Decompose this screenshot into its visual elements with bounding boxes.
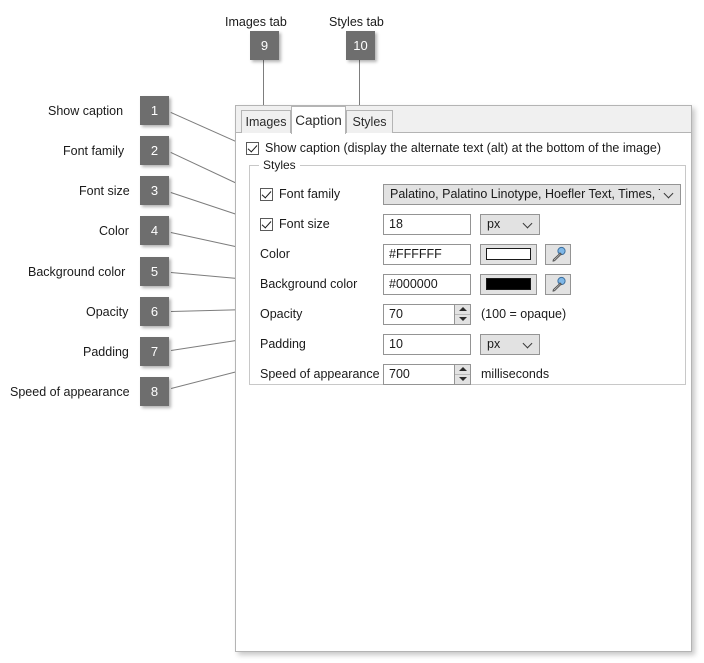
callout-badge-9: 9 xyxy=(250,31,279,60)
speed-spin-down[interactable] xyxy=(455,373,470,384)
callout-badge-7: 7 xyxy=(140,337,169,366)
color-eyedropper-button[interactable] xyxy=(545,243,571,265)
font-size-unit-select[interactable]: px xyxy=(480,213,540,235)
callout-badge-5: 5 xyxy=(140,257,169,286)
show-caption-label: Show caption (display the alternate text… xyxy=(265,141,662,155)
tab-images[interactable]: Images xyxy=(241,110,291,133)
styles-groupbox-title: Styles xyxy=(259,158,300,172)
settings-window: Images Caption Styles Show caption (disp… xyxy=(235,105,692,652)
font-family-label: Font family xyxy=(279,187,341,201)
color-swatch xyxy=(486,248,531,260)
callout-label-7: Padding xyxy=(83,345,129,359)
color-value: #FFFFFF xyxy=(389,247,442,261)
callout-leader-1 xyxy=(170,112,245,146)
opacity-spin-buttons[interactable] xyxy=(454,304,470,324)
font-size-checkbox[interactable] xyxy=(260,217,273,231)
opacity-stepper[interactable]: 70 xyxy=(383,303,471,325)
padding-unit-value: px xyxy=(487,337,501,351)
row-font-family: Font family Palatino, Palatino Linotype,… xyxy=(260,182,681,206)
speed-spin-up[interactable] xyxy=(455,365,470,374)
background-color-label: Background color xyxy=(260,277,358,291)
font-family-value: Palatino, Palatino Linotype, Hoefler Tex… xyxy=(390,187,660,201)
callout-badge-8: 8 xyxy=(140,377,169,406)
tab-styles[interactable]: Styles xyxy=(346,110,393,133)
padding-value: 10 xyxy=(389,337,403,351)
color-label: Color xyxy=(260,247,290,261)
chevron-down-icon xyxy=(664,188,676,200)
triangle-up-icon xyxy=(458,307,467,311)
callout-label-8: Speed of appearance xyxy=(10,385,130,399)
row-opacity: Opacity 70 (100 = opaque) xyxy=(260,302,679,326)
background-color-value: #000000 xyxy=(389,277,438,291)
background-color-swatch xyxy=(486,278,531,290)
tab-caption-label: Caption xyxy=(295,113,342,128)
eyedropper-icon xyxy=(552,276,566,292)
triangle-up-icon xyxy=(458,367,467,371)
row-speed-of-appearance: Speed of appearance 700 milliseconds xyxy=(260,362,679,386)
speed-of-appearance-value: 700 xyxy=(389,367,410,381)
tab-images-label: Images xyxy=(245,115,287,129)
font-family-select[interactable]: Palatino, Palatino Linotype, Hoefler Tex… xyxy=(383,183,681,205)
opacity-spin-up[interactable] xyxy=(455,305,470,314)
font-size-label: Font size xyxy=(279,217,330,231)
opacity-spin-down[interactable] xyxy=(455,313,470,324)
callout-label-6: Opacity xyxy=(86,305,129,319)
padding-input[interactable]: 10 xyxy=(383,333,471,355)
row-color: Color #FFFFFF xyxy=(260,242,679,266)
callout-label-1: Show caption xyxy=(48,104,124,118)
callout-badge-6: 6 xyxy=(140,297,169,326)
font-size-label-col: Font size xyxy=(260,217,383,231)
opacity-hint: (100 = opaque) xyxy=(481,307,567,321)
color-input[interactable]: #FFFFFF xyxy=(383,243,471,265)
callout-badge-10: 10 xyxy=(346,31,375,60)
row-font-size: Font size 18 px xyxy=(260,212,679,236)
tab-styles-label: Styles xyxy=(352,115,387,129)
speed-of-appearance-stepper[interactable]: 700 xyxy=(383,363,471,385)
font-size-value: 18 xyxy=(389,217,403,231)
speed-of-appearance-unit: milliseconds xyxy=(481,367,550,381)
background-color-swatch-button[interactable] xyxy=(480,273,537,295)
callout-badge-2: 2 xyxy=(140,136,169,165)
font-size-input[interactable]: 18 xyxy=(383,213,471,235)
tab-caption[interactable]: Caption xyxy=(291,106,346,134)
eyedropper-icon xyxy=(552,246,566,262)
background-color-eyedropper-button[interactable] xyxy=(545,273,571,295)
callout-label-3: Font size xyxy=(79,184,130,198)
show-caption-checkbox[interactable] xyxy=(246,141,259,155)
styles-groupbox: Styles Font family Palatino, Palatino Li… xyxy=(249,158,686,386)
font-size-unit-value: px xyxy=(487,217,501,231)
callout-label-4: Color xyxy=(99,224,129,238)
callout-badge-4: 4 xyxy=(140,216,169,245)
caption-tab-panel: Show caption (display the alternate text… xyxy=(236,133,691,651)
row-background-color: Background color #000000 xyxy=(260,272,679,296)
opacity-label: Opacity xyxy=(260,307,303,321)
row-padding: Padding 10 px xyxy=(260,332,679,356)
chevron-down-icon xyxy=(523,338,535,350)
padding-unit-select[interactable]: px xyxy=(480,333,540,355)
triangle-down-icon xyxy=(458,377,467,381)
callout-label-10: Styles tab xyxy=(329,15,384,29)
chevron-down-icon xyxy=(523,218,535,230)
color-swatch-button[interactable] xyxy=(480,243,537,265)
tab-strip: Images Caption Styles xyxy=(236,106,691,134)
font-family-checkbox[interactable] xyxy=(260,187,273,201)
callout-badge-1: 1 xyxy=(140,96,169,125)
padding-label: Padding xyxy=(260,337,306,351)
triangle-down-icon xyxy=(458,317,467,321)
speed-of-appearance-label: Speed of appearance xyxy=(260,367,380,381)
speed-spin-buttons[interactable] xyxy=(454,364,470,384)
callout-label-2: Font family xyxy=(63,144,125,158)
background-color-input[interactable]: #000000 xyxy=(383,273,471,295)
callout-badge-3: 3 xyxy=(140,176,169,205)
callout-label-5: Background color xyxy=(28,265,126,279)
font-family-label-col: Font family xyxy=(260,187,383,201)
opacity-value: 70 xyxy=(389,307,403,321)
show-caption-row[interactable]: Show caption (display the alternate text… xyxy=(246,141,661,155)
callout-label-9: Images tab xyxy=(225,15,287,29)
